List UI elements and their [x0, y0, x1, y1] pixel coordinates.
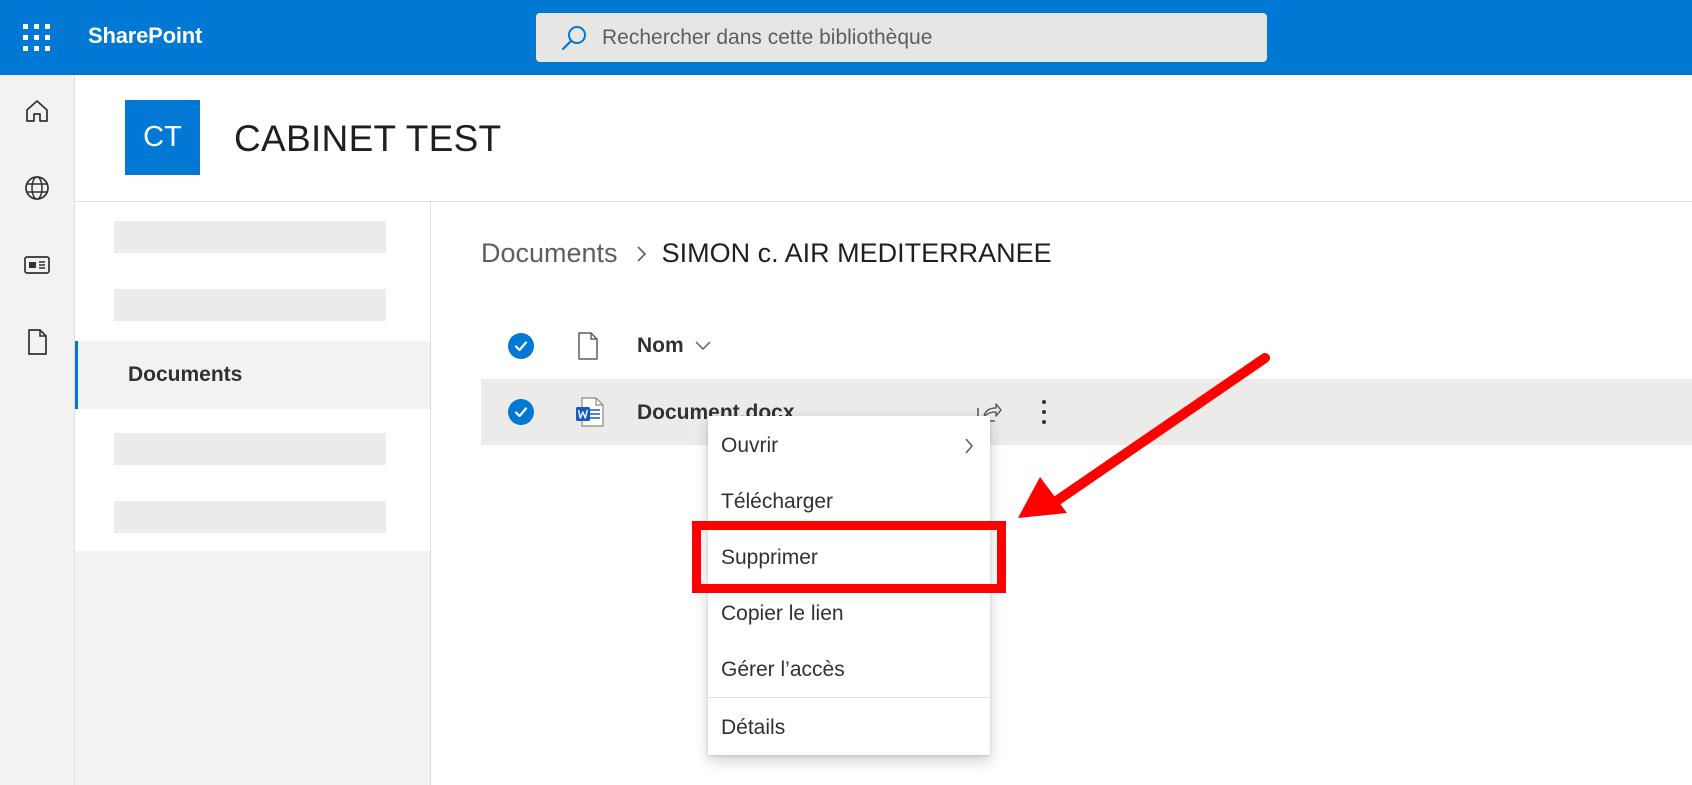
divider	[430, 202, 431, 785]
nav-placeholder	[114, 221, 386, 253]
menu-item-label: Copier le lien	[721, 602, 844, 625]
chevron-right-icon	[636, 245, 646, 262]
more-options-icon[interactable]	[1037, 397, 1051, 427]
breadcrumb-current: SIMON c. AIR MEDITERRANEE	[661, 238, 1052, 268]
nav-placeholder	[114, 433, 386, 465]
brand-name[interactable]: SharePoint	[88, 23, 202, 49]
column-header-name[interactable]: Nom	[637, 334, 712, 358]
context-menu: Ouvrir Télécharger Supprimer Copier le l…	[708, 416, 990, 755]
left-navigation: Documents	[75, 202, 431, 551]
menu-item-label: Supprimer	[721, 546, 818, 569]
menu-item-open[interactable]: Ouvrir	[708, 418, 990, 472]
site-title[interactable]: CABINET TEST	[234, 118, 501, 160]
app-rail	[0, 75, 75, 785]
menu-item-manage-access[interactable]: Gérer l’accès	[708, 642, 990, 696]
site-logo[interactable]: CT	[125, 100, 200, 175]
word-document-icon	[576, 397, 604, 427]
nav-item-documents[interactable]: Documents	[75, 341, 431, 409]
menu-divider	[708, 697, 990, 698]
column-header-label: Nom	[637, 334, 684, 357]
table-row[interactable]: Document.docx	[481, 379, 1692, 445]
menu-item-label: Télécharger	[721, 490, 834, 513]
nav-placeholder	[114, 501, 386, 533]
home-icon[interactable]	[18, 92, 56, 130]
file-icon[interactable]	[18, 323, 56, 361]
active-indicator	[75, 341, 78, 409]
menu-item-copy-link[interactable]: Copier le lien	[708, 586, 990, 640]
checkmark-icon	[514, 407, 528, 418]
suite-header: SharePoint	[0, 0, 1692, 75]
chevron-down-icon	[695, 341, 711, 351]
menu-item-label: Détails	[721, 716, 786, 739]
search-input[interactable]	[602, 25, 1202, 50]
news-icon[interactable]	[18, 246, 56, 284]
row-checkbox[interactable]	[508, 399, 534, 425]
checkmark-icon	[514, 341, 528, 352]
menu-item-label: Gérer l’accès	[721, 658, 845, 681]
file-type-icon	[578, 332, 598, 360]
select-all-checkbox[interactable]	[508, 333, 534, 359]
left-nav-background	[75, 551, 430, 785]
search-icon	[561, 25, 586, 50]
breadcrumb: Documents SIMON c. AIR MEDITERRANEE	[481, 238, 1052, 269]
menu-item-label: Ouvrir	[721, 434, 779, 457]
nav-placeholder	[114, 289, 386, 321]
site-header: CT CABINET TEST	[75, 75, 1692, 202]
list-header: Nom	[481, 322, 1692, 370]
breadcrumb-root[interactable]: Documents	[481, 238, 618, 269]
nav-item-label: Documents	[128, 363, 243, 386]
search-box[interactable]	[536, 13, 1267, 62]
menu-item-details[interactable]: Détails	[708, 700, 990, 754]
chevron-right-icon	[965, 438, 973, 454]
menu-item-download[interactable]: Télécharger	[708, 474, 990, 528]
globe-icon[interactable]	[18, 169, 56, 207]
app-launcher-icon[interactable]	[17, 20, 57, 56]
menu-item-delete[interactable]: Supprimer	[708, 530, 990, 584]
